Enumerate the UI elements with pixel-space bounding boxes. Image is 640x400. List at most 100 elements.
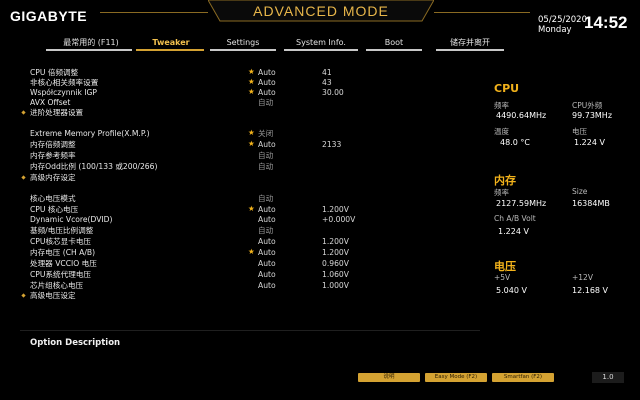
option-description: Option Description (30, 338, 121, 348)
setting-mode[interactable]: Auto (258, 205, 276, 215)
setting-label: 基频/电压比例调整 (30, 226, 94, 235)
p5v-label: +5V (494, 273, 511, 282)
tab-system-info[interactable]: System Info. (286, 36, 356, 49)
setting-mode[interactable]: Auto (258, 140, 276, 150)
cpu-ext-label: CPU外频 (572, 101, 603, 110)
submenu-row[interactable]: 高级电压设定 (20, 291, 482, 301)
memory-freq-label: 频率 (494, 188, 509, 197)
tweaker-settings-panel: CPU 倍频调整 ★ Auto 41 非核心相关频率设置 ★ Auto 43 W… (20, 60, 482, 322)
submenu-row[interactable]: 进阶处理器设置 (20, 108, 482, 118)
tab-bar: 最常用的 (F11) Tweaker Settings System Info.… (0, 36, 640, 52)
memory-freq-value: 2127.59MHz (496, 199, 547, 208)
settings-row[interactable]: AVX Offset 自动 (20, 98, 482, 108)
setting-label: CPU 核心电压 (30, 205, 79, 214)
tab-underline-favorites (46, 49, 132, 51)
setting-mode[interactable]: Auto (258, 215, 276, 225)
p12v-value: 12.168 V (572, 286, 609, 295)
setting-value: 30.00 (322, 88, 344, 97)
setting-label: CPU核芯显卡电压 (30, 237, 92, 246)
setting-mode[interactable]: Auto (258, 281, 276, 291)
setting-label: Współczynnik IGP (30, 88, 97, 97)
setting-label: 内存Odd比例 (100/133 或200/266) (30, 162, 158, 171)
setting-mode[interactable]: 自动 (258, 226, 273, 236)
setting-label: Dynamic Vcore(DVID) (30, 215, 113, 224)
submenu-label: 高级内存设定 (30, 173, 76, 182)
memory-size-label: Size (572, 187, 588, 196)
settings-row[interactable]: CPU核芯显卡电压 Auto 1.200V (20, 237, 482, 247)
submenu-bullet-icon (22, 108, 26, 112)
setting-value: 1.200V (322, 248, 349, 257)
setting-mode[interactable]: Auto (258, 68, 276, 78)
setting-mode[interactable]: Auto (258, 78, 276, 88)
settings-row[interactable]: Dynamic Vcore(DVID) Auto +0.000V (20, 215, 482, 225)
setting-mode[interactable]: Auto (258, 248, 276, 258)
settings-row[interactable]: CPU系统代理电压 Auto 1.060V (20, 270, 482, 280)
cpu-temp-label: 温度 (494, 127, 509, 136)
setting-label: CPU系统代理电压 (30, 270, 92, 279)
tab-settings[interactable]: Settings (212, 36, 274, 49)
setting-label: AVX Offset (30, 98, 71, 107)
settings-row[interactable]: 内存参考频率 自动 (20, 151, 482, 161)
setting-mode[interactable]: 自动 (258, 98, 273, 108)
setting-label: Extreme Memory Profile(X.M.P.) (30, 129, 150, 138)
setting-mode[interactable]: Auto (258, 270, 276, 280)
submenu-label: 高级电压设定 (30, 291, 76, 300)
tab-tweaker[interactable]: Tweaker (140, 36, 202, 49)
voltage-title: 电压 (494, 260, 516, 273)
settings-row[interactable]: CPU 核心电压 ★ Auto 1.200V (20, 204, 482, 215)
settings-row[interactable]: 内存倍频调整 ★ Auto 2133 (20, 139, 482, 150)
settings-row[interactable]: 内存电压 (CH A/B) ★ Auto 1.200V (20, 247, 482, 258)
tab-underline-boot (366, 49, 422, 51)
settings-row[interactable]: 处理器 VCCIO 电压 Auto 0.960V (20, 259, 482, 269)
bottom-bar: 说明 Easy Mode (F2) Smartfan (F2) 1.0 (0, 370, 640, 384)
setting-mode[interactable]: 关闭 (258, 129, 273, 139)
setting-label: 内存参考频率 (30, 151, 76, 160)
setting-mode[interactable]: Auto (258, 237, 276, 247)
tab-underline-save-exit (436, 49, 504, 51)
cpu-ext-value: 99.73MHz (572, 111, 613, 120)
setting-value: 1.200V (322, 237, 349, 246)
memory-size-value: 16384MB (572, 199, 610, 208)
setting-value: 1.060V (322, 270, 349, 279)
setting-label: 核心电压模式 (30, 194, 76, 203)
setting-mode[interactable]: Auto (258, 88, 276, 98)
tab-boot[interactable]: Boot (366, 36, 422, 49)
memory-volt-value: 1.224 V (498, 227, 529, 236)
settings-row[interactable]: Extreme Memory Profile(X.M.P.) ★ 关闭 (20, 128, 482, 139)
settings-row[interactable]: Współczynnik IGP ★ Auto 30.00 (20, 87, 482, 98)
setting-mode[interactable]: 自动 (258, 151, 273, 161)
settings-row[interactable]: 内存Odd比例 (100/133 或200/266) 自动 (20, 162, 482, 172)
setting-mode[interactable]: Auto (258, 259, 276, 269)
star-icon: ★ (248, 204, 255, 213)
cpu-volt-label: 电压 (572, 127, 587, 136)
setting-value: 0.960V (322, 259, 349, 268)
page-title: ADVANCED MODE (253, 3, 389, 19)
settings-row[interactable]: 芯片组核心电压 Auto 1.000V (20, 281, 482, 291)
tab-save-exit[interactable]: 储存并离开 (440, 36, 500, 49)
voltage-monitor: 电压 +5V +12V 5.040 V 12.168 V (494, 258, 634, 303)
cpu-title: CPU (494, 82, 520, 95)
setting-label: CPU 倍频调整 (30, 68, 79, 77)
submenu-bullet-icon (22, 173, 26, 177)
setting-mode[interactable]: 自动 (258, 194, 273, 204)
star-icon: ★ (248, 67, 255, 76)
settings-row[interactable]: 核心电压模式 自动 (20, 194, 482, 204)
clock-display: 14:52 (584, 13, 628, 32)
smartfan-button[interactable]: Smartfan (F2) (492, 373, 554, 382)
gigabyte-logo: GIGABYTE (10, 8, 88, 24)
submenu-bullet-icon (22, 291, 26, 295)
tab-favorites[interactable]: 最常用的 (F11) (56, 36, 126, 49)
divider (20, 330, 480, 331)
setting-value: 2133 (322, 140, 342, 149)
submenu-row[interactable]: 高级内存设定 (20, 173, 482, 183)
easy-mode-button[interactable]: Easy Mode (F2) (425, 373, 487, 382)
title-line-left (100, 12, 208, 13)
setting-value: +0.000V (322, 215, 356, 224)
help-button[interactable]: 说明 (358, 373, 420, 382)
star-icon: ★ (248, 139, 255, 148)
setting-label: 芯片组核心电压 (30, 281, 84, 290)
star-icon: ★ (248, 87, 255, 96)
settings-row[interactable]: 基频/电压比例调整 自动 (20, 226, 482, 236)
setting-mode[interactable]: 自动 (258, 162, 273, 172)
tab-underline-system-info (284, 49, 358, 51)
